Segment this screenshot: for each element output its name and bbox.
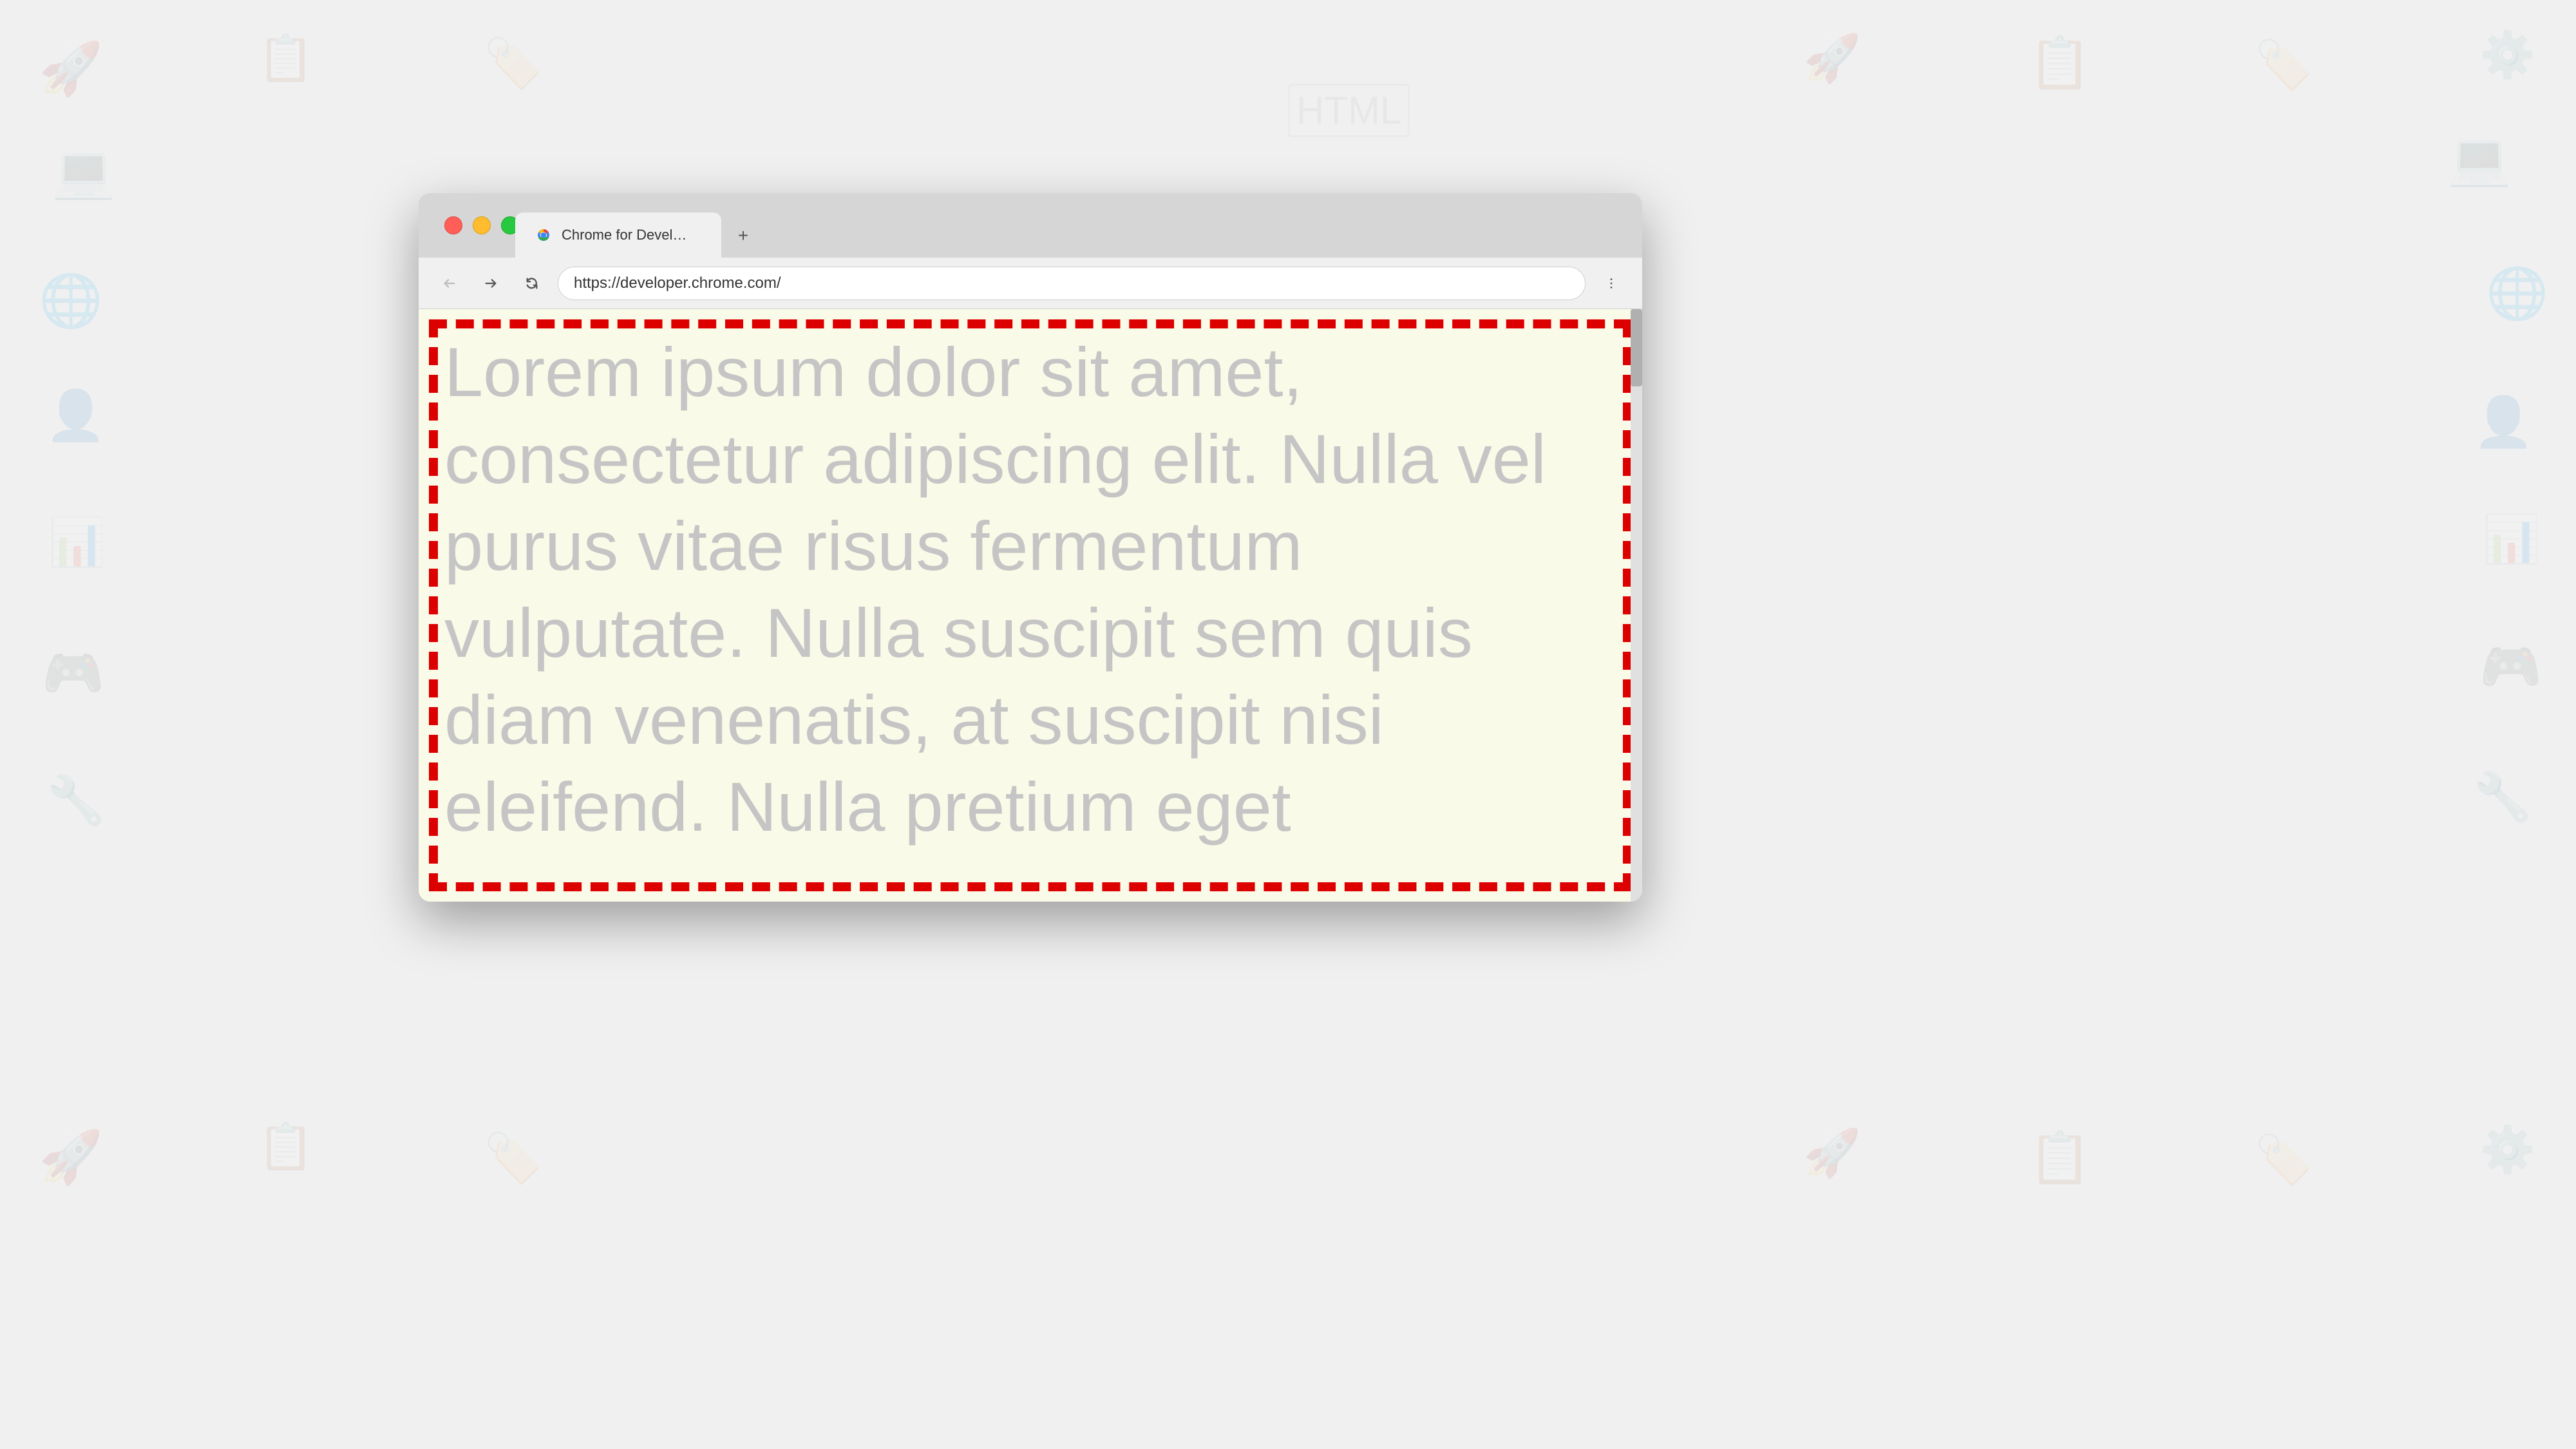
bg-icon-26: ⚙️ — [2479, 1124, 2535, 1177]
bg-icon-6: 🏷️ — [2254, 37, 2313, 93]
bg-icon-3: 🏷️ — [483, 35, 543, 92]
browser-window: Chrome for Developers + https://develope… — [419, 193, 1642, 902]
scrollbar-thumb[interactable] — [1631, 309, 1642, 386]
bg-icon-13: 👤 — [2473, 393, 2534, 451]
toolbar: https://developer.chrome.com/ — [419, 258, 1642, 309]
minimize-button[interactable] — [473, 216, 491, 234]
reload-icon — [525, 276, 539, 290]
bg-icon-18: 🔧 — [46, 773, 106, 829]
bg-icon-4: 🚀 — [1803, 31, 1861, 86]
bg-icon-24: 📋 — [2029, 1128, 2091, 1188]
bg-icon-9: 💻 — [2447, 129, 2512, 189]
tab-title: Chrome for Developers — [562, 227, 690, 243]
chrome-favicon — [533, 225, 554, 245]
forward-button[interactable] — [475, 268, 506, 299]
bg-icon-12: 👤 — [45, 386, 106, 444]
bg-icon-17: 🎮 — [2479, 638, 2542, 697]
bg-icon-16: 🎮 — [42, 644, 104, 703]
bg-icon-21: 📋 — [258, 1121, 314, 1173]
bg-icon-15: 📊 — [2483, 512, 2541, 567]
title-bar: Chrome for Developers + — [419, 193, 1642, 258]
bg-icon-14: 📊 — [48, 515, 106, 570]
back-icon — [442, 276, 457, 290]
bg-icon-23: 🚀 — [1803, 1126, 1861, 1180]
menu-button[interactable] — [1596, 268, 1627, 299]
address-bar[interactable]: https://developer.chrome.com/ — [558, 267, 1586, 300]
reload-button[interactable] — [516, 268, 547, 299]
scrollbar[interactable] — [1631, 309, 1642, 902]
bg-html-badge-1: HTML — [1288, 84, 1410, 137]
menu-icon — [1604, 276, 1618, 290]
new-tab-button[interactable]: + — [729, 222, 757, 250]
back-button[interactable] — [434, 268, 465, 299]
bg-icon-1: 🚀 — [39, 39, 103, 99]
bg-icon-10: 🌐 — [39, 270, 103, 331]
bg-icon-25: 🏷️ — [2254, 1132, 2313, 1188]
bg-icon-20: 🚀 — [39, 1127, 103, 1188]
bg-icon-22: 🏷️ — [483, 1130, 543, 1187]
content-text: Lorem ipsum dolor sit amet, consectetur … — [419, 309, 1631, 869]
bg-icon-11: 🌐 — [2486, 264, 2548, 323]
forward-icon — [484, 276, 498, 290]
close-button[interactable] — [444, 216, 462, 234]
bg-icon-8: 💻 — [52, 142, 116, 202]
traffic-lights — [444, 216, 519, 234]
bg-icon-2: 📋 — [258, 32, 314, 85]
active-tab[interactable]: Chrome for Developers — [515, 213, 721, 258]
bg-icon-7: ⚙️ — [2479, 29, 2535, 82]
viewport: Lorem ipsum dolor sit amet, consectetur … — [419, 309, 1642, 902]
bg-icon-19: 🔧 — [2473, 770, 2532, 826]
url-text: https://developer.chrome.com/ — [574, 274, 781, 292]
bg-icon-5: 📋 — [2029, 33, 2091, 93]
